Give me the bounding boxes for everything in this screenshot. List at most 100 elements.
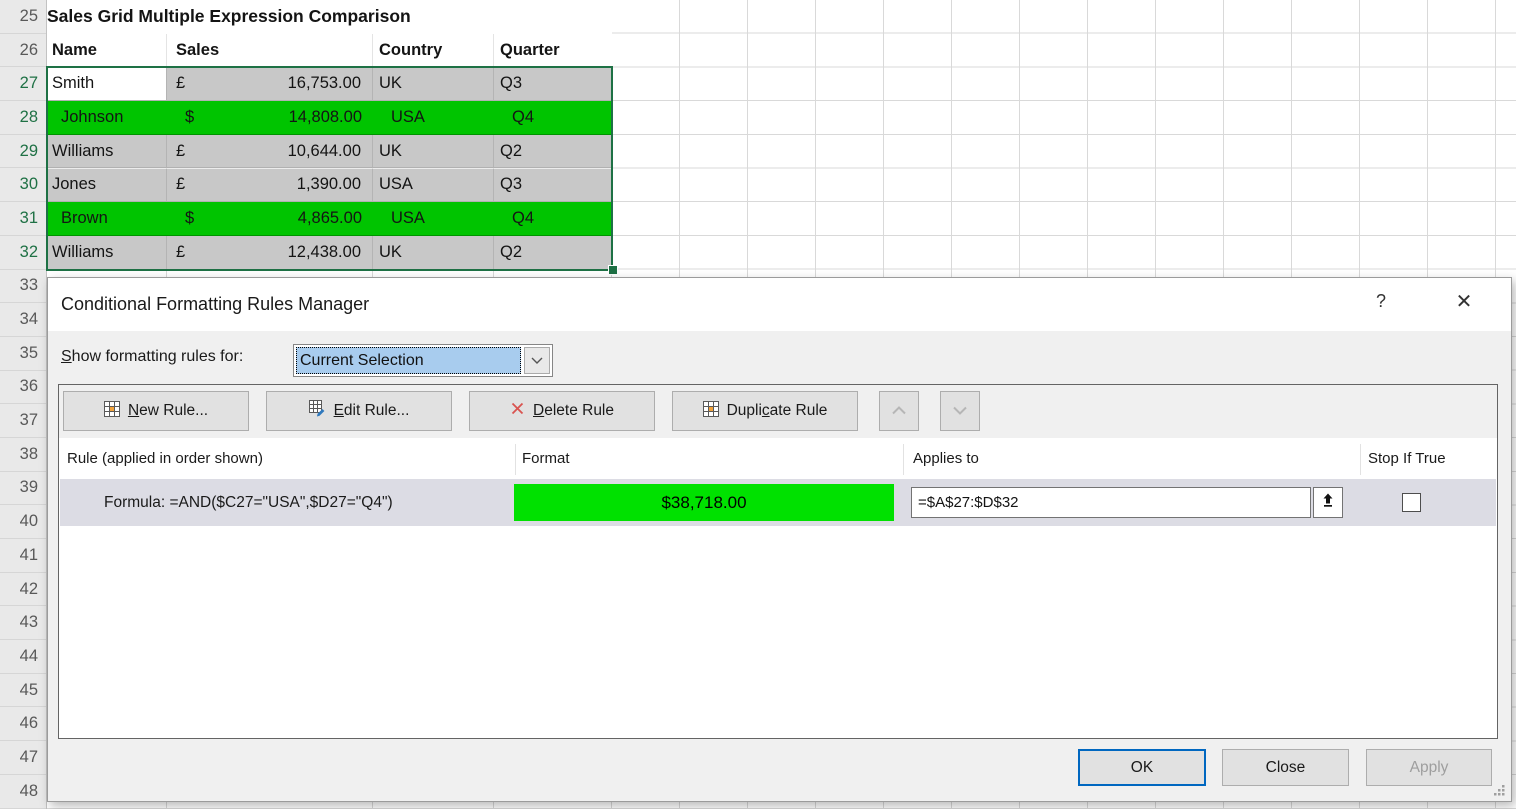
edit-rule-button[interactable]: Edit Rule... [266,391,452,431]
dialog-title: Conditional Formatting Rules Manager [61,294,369,315]
cell-C30[interactable]: USA [373,169,494,203]
conditional-formatting-rules-manager-dialog: Conditional Formatting Rules Manager ? ✕… [47,277,1512,802]
row-header-47[interactable]: 47 [0,741,46,775]
cell-C32[interactable]: UK [373,236,494,270]
move-rule-down-button[interactable] [940,391,980,431]
chevron-down-icon [531,352,543,370]
cell-C28[interactable]: USA [373,101,494,135]
table-pencil-icon [309,400,326,422]
cell-A29[interactable]: Williams [47,135,167,169]
row-header-44[interactable]: 44 [0,640,46,674]
new-rule-button[interactable]: New Rule... [63,391,249,431]
amount: 14,808.00 [289,108,362,127]
row-header-29[interactable]: 29 [0,135,46,169]
sheet-row-31: Brown $ 4,865.00 USA Q4 [47,202,612,236]
row-header-column: 25 26 27 28 29 30 31 32 33 34 35 36 37 3… [0,0,47,809]
table-grid-icon [703,401,719,422]
row-header-40[interactable]: 40 [0,505,46,539]
dropdown-arrow-button[interactable] [524,347,550,374]
ok-button[interactable]: OK [1078,749,1206,786]
row-header-34[interactable]: 34 [0,303,46,337]
cell-B31[interactable]: $ 4,865.00 [167,202,373,236]
row-header-32[interactable]: 32 [0,236,46,270]
apply-button[interactable]: Apply [1366,749,1492,786]
cell-B32[interactable]: £ 12,438.00 [167,236,373,270]
cell-B30[interactable]: £ 1,390.00 [167,169,373,203]
rules-toolbar: New Rule... Edit Rule... Delete Rule [59,385,1497,438]
close-button[interactable]: Close [1222,749,1349,786]
column-header-format: Format [522,450,570,467]
resize-grip[interactable] [1493,784,1506,797]
amount: 1,390.00 [297,175,361,194]
sheet-row-27: Smith £ 16,753.00 UK Q3 [47,67,612,101]
cell-A28[interactable]: Johnson [47,101,167,135]
row-header-27[interactable]: 27 [0,67,46,101]
amount: 16,753.00 [288,74,361,93]
cell-A30[interactable]: Jones [47,169,167,203]
cell-B28[interactable]: $ 14,808.00 [167,101,373,135]
row-header-31[interactable]: 31 [0,202,46,236]
cell-A27[interactable]: Smith [47,67,167,101]
show-rules-dropdown[interactable]: Current Selection [293,344,553,377]
row-header-39[interactable]: 39 [0,472,46,506]
collapse-dialog-range-button[interactable] [1313,487,1343,518]
row-header-48[interactable]: 48 [0,775,46,809]
cell-B26[interactable]: Sales [167,34,373,68]
column-header-stop-if-true: Stop If True [1368,450,1446,467]
cell-D30[interactable]: Q3 [494,169,612,203]
cell-C26[interactable]: Country [373,34,494,68]
dialog-title-bar[interactable]: Conditional Formatting Rules Manager ? ✕ [48,278,1511,331]
row-header-38[interactable]: 38 [0,438,46,472]
row-header-36[interactable]: 36 [0,371,46,405]
row-header-42[interactable]: 42 [0,573,46,607]
rule-row[interactable]: Formula: =AND($C27="USA",$D27="Q4") $38,… [60,479,1496,526]
amount: 12,438.00 [288,243,361,262]
cell-D32[interactable]: Q2 [494,236,612,270]
row-header-43[interactable]: 43 [0,606,46,640]
row-header-30[interactable]: 30 [0,168,46,202]
delete-rule-button[interactable]: Delete Rule [469,391,655,431]
row-header-37[interactable]: 37 [0,404,46,438]
rules-column-headers: Rule (applied in order shown) Format App… [59,442,1497,477]
help-button[interactable]: ? [1369,291,1393,312]
row-header-26[interactable]: 26 [0,34,46,68]
row-header-46[interactable]: 46 [0,707,46,741]
move-rule-up-button[interactable] [879,391,919,431]
row-header-41[interactable]: 41 [0,539,46,573]
rules-list-box: New Rule... Edit Rule... Delete Rule [58,384,1498,739]
cell-D29[interactable]: Q2 [494,135,612,169]
cell-C29[interactable]: UK [373,135,494,169]
rule-formula-text: Formula: =AND($C27="USA",$D27="Q4") [104,479,393,526]
cell-B29[interactable]: £ 10,644.00 [167,135,373,169]
row-header-45[interactable]: 45 [0,674,46,708]
applies-to-input[interactable]: =$A$27:$D$32 [911,487,1311,518]
currency-symbol: $ [185,209,194,228]
cell-A32[interactable]: Williams [47,236,167,270]
show-rules-label: Show formatting rules for: [61,348,243,366]
row-header-28[interactable]: 28 [0,101,46,135]
selection-fill-handle[interactable] [608,265,618,275]
cell-D26[interactable]: Quarter [494,34,612,68]
row-header-35[interactable]: 35 [0,337,46,371]
show-rules-dropdown-value: Current Selection [296,347,521,374]
amount: 10,644.00 [288,142,361,161]
cell-C31[interactable]: USA [373,202,494,236]
currency-symbol: £ [176,74,185,93]
duplicate-rule-button[interactable]: Duplicate Rule [672,391,858,431]
row-header-25[interactable]: 25 [0,0,46,34]
column-separator [903,444,904,475]
cell-A26[interactable]: Name [47,34,167,68]
cell-D27[interactable]: Q3 [494,67,612,101]
cell-A31[interactable]: Brown [47,202,167,236]
cell-D28[interactable]: Q4 [494,101,612,135]
cell-D31[interactable]: Q4 [494,202,612,236]
cell-C27[interactable]: UK [373,67,494,101]
cell-A25-title[interactable]: Sales Grid Multiple Expression Compariso… [47,0,612,34]
sheet-row-30: Jones £ 1,390.00 USA Q3 [47,169,612,203]
currency-symbol: £ [176,243,185,262]
cell-B27[interactable]: £ 16,753.00 [167,67,373,101]
stop-if-true-checkbox[interactable] [1402,493,1421,512]
close-icon[interactable]: ✕ [1451,289,1477,314]
row-header-33[interactable]: 33 [0,270,46,304]
range-select-arrow-icon [1321,493,1335,513]
